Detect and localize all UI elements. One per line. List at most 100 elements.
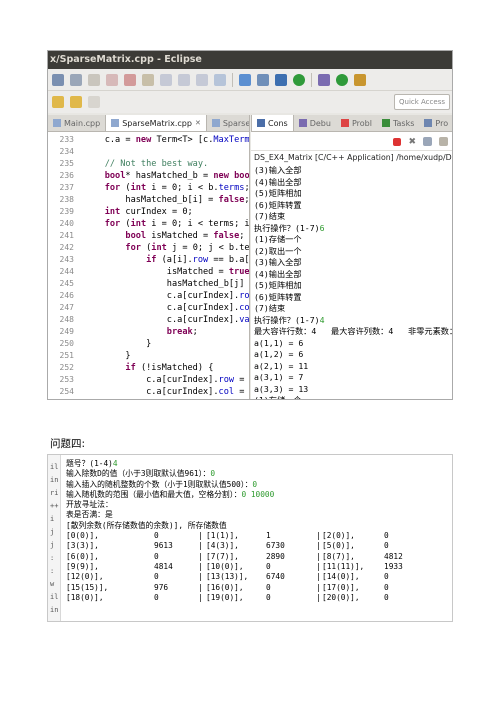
code-area[interactable]: 233 c.a = new Term<T> [c.MaxTerms]234235…: [48, 134, 250, 399]
editor-panel: Main.cpp SparseMatrix.cpp ✕ Sparse 233 c…: [48, 115, 250, 399]
remove-launch-icon[interactable]: ✖: [408, 137, 416, 147]
next-annotation-icon[interactable]: [52, 96, 64, 108]
new-class-icon[interactable]: [257, 73, 269, 86]
hash-slot-value: 6740: [266, 572, 285, 582]
hash-slot-index: [18(0)],: [66, 592, 104, 602]
console-line-text: (7)结束: [254, 303, 286, 313]
run-icon[interactable]: [336, 73, 348, 86]
terminal-output-screenshot: il in ri ++ i j j:: w il in 题号？(1-4)4 输入除数D的值（小于3则…: [47, 454, 453, 622]
column-divider: |: [316, 561, 321, 571]
code-line: 247 c.a[curIndex].col: [48, 302, 250, 314]
new-icon[interactable]: [52, 73, 64, 86]
output-line-text: 开放寻址法：: [66, 500, 113, 510]
hash-slot-index: [17(0)],: [322, 582, 360, 592]
cpp-file-icon: [111, 119, 120, 127]
line-number: 249: [59, 327, 74, 336]
hash-table-row: [12(0)], 0 [13(13)], 6740 [14(0)], 0 | |: [66, 572, 450, 582]
console-line: 执行操作？(1-7)4: [254, 314, 452, 327]
save-icon[interactable]: [70, 73, 82, 86]
console-line-text: (4)输出全部: [254, 176, 302, 187]
hash-table-row: [15(15)], 976 [16(0)], 0 [17(0)], 0 | |: [66, 583, 450, 593]
line-number: 252: [59, 363, 74, 372]
secondary-toolbar: [48, 91, 452, 113]
console-line: (3)输入全部: [254, 165, 452, 177]
strip-fragment: :: [50, 554, 55, 562]
output-line-text: 题号？(1-4): [66, 459, 113, 468]
console-line-text: (2)取出一个: [254, 245, 302, 256]
terminate-icon[interactable]: [393, 137, 402, 146]
scroll-lock-icon[interactable]: [439, 137, 448, 146]
line-number: 233: [59, 135, 74, 144]
tab-debug[interactable]: Debu: [294, 115, 336, 131]
column-divider: |: [198, 541, 203, 551]
left-side-strip: il in ri ++ i j j:: w il in: [48, 455, 61, 621]
code-text: c.a[curIndex].row = a[: [84, 375, 245, 385]
console-line-text: (6)矩阵转置: [254, 199, 302, 210]
code-text: c.a[curIndex].col = a[: [84, 387, 245, 397]
step-into-icon[interactable]: [160, 73, 172, 86]
column-divider: |: [316, 592, 321, 602]
suspend-icon[interactable]: [106, 73, 118, 86]
code-line: 237 for (int i = 0; i < b.terms; i: [48, 182, 249, 194]
code-line: 240 for (int i = 0; i < terms; i++: [48, 218, 249, 230]
toolbar-separator: [232, 72, 233, 87]
forward-icon[interactable]: [88, 96, 100, 108]
run-config-icon[interactable]: [293, 73, 305, 86]
hash-slot-value: 1: [266, 531, 271, 541]
line-number: 243: [59, 255, 74, 264]
resume-icon[interactable]: [88, 73, 100, 86]
hash-slot-value: 0: [384, 541, 389, 551]
tab-sparsematrix-cpp[interactable]: SparseMatrix.cpp ✕: [105, 115, 207, 131]
external-tools-icon[interactable]: [354, 73, 366, 86]
line-number: 240: [59, 219, 74, 228]
console-line-text: 执行操作？(1-7): [254, 314, 320, 325]
quick-access-input[interactable]: Quick Access: [394, 94, 450, 110]
hash-slot-index: [10(0)],: [206, 561, 244, 571]
hash-table-row: [0(0)], 0 [1(1)], 1 [2(0)], 0 | |: [66, 531, 450, 541]
console-line: (7)结束: [254, 303, 452, 315]
open-type-icon[interactable]: [275, 73, 287, 86]
debug-icon[interactable]: [318, 73, 330, 86]
cpp-file-icon: [53, 119, 61, 127]
code-line: 253 c.a[curIndex].row = a[: [48, 374, 249, 386]
use-step-filters-icon[interactable]: [214, 73, 226, 86]
disconnect-icon[interactable]: [142, 73, 154, 86]
code-text: if (!isMatched) {: [125, 363, 214, 373]
console-toolbar: ✖: [251, 133, 452, 151]
console-line-text: a(3,1) = 7: [254, 372, 304, 382]
tab-sparse[interactable]: Sparse: [207, 115, 249, 131]
code-line: 250 }: [48, 338, 249, 350]
line-number: 253: [59, 375, 74, 384]
tab-main-cpp[interactable]: Main.cpp: [48, 115, 105, 131]
tab-problems[interactable]: Probl: [336, 115, 377, 131]
hash-slot-value: 0: [154, 572, 159, 582]
hash-slot-index: [16(0)],: [206, 582, 244, 592]
tab-tasks[interactable]: Tasks: [377, 115, 419, 131]
code-text: if (a[i].row == b.a[j: [146, 255, 250, 265]
line-number: 234: [59, 147, 74, 156]
output-line: 表是否满：是: [66, 510, 450, 520]
tab-properties[interactable]: Pro: [419, 115, 452, 131]
console-line: a(1,1) = 6: [254, 338, 452, 350]
output-line: 开放寻址法：: [66, 500, 450, 510]
output-user-input: 0 10000: [241, 489, 275, 499]
tab-console[interactable]: Cons: [251, 115, 294, 131]
tab-label: Debu: [309, 118, 331, 128]
gutter: [78, 146, 84, 158]
output-user-input: 0: [252, 479, 258, 489]
hash-slot-value: 0: [384, 592, 389, 602]
back-icon[interactable]: [70, 96, 82, 108]
step-return-icon[interactable]: [196, 73, 208, 86]
code-line: 234: [48, 146, 249, 158]
step-over-icon[interactable]: [178, 73, 190, 86]
terminate-icon[interactable]: [124, 73, 136, 86]
line-number: 248: [59, 315, 74, 324]
code-text: int curIndex = 0;: [104, 207, 193, 217]
code-text: bool isMatched = false;: [125, 231, 245, 241]
hash-slot-index: [2(0)],: [322, 531, 355, 541]
close-icon[interactable]: ✕: [195, 115, 201, 131]
build-icon[interactable]: [239, 73, 251, 86]
code-text: c.a[curIndex].col: [84, 303, 250, 313]
remove-all-icon[interactable]: [423, 137, 432, 146]
strip-fragment: ri: [50, 489, 59, 497]
